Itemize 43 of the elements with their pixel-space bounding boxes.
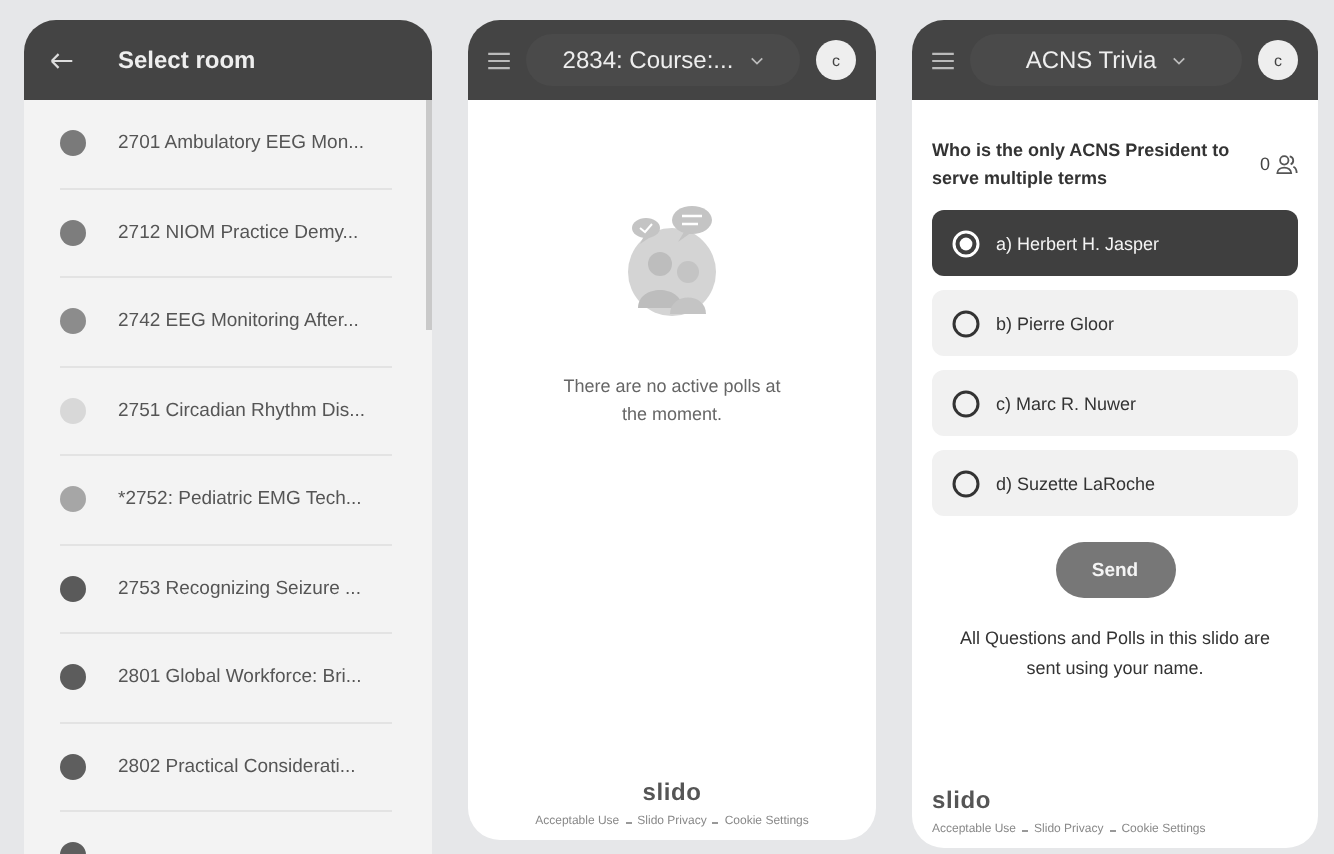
- room-item[interactable]: 2802 Practical Considerati...: [60, 723, 392, 812]
- slido-logo: slido: [642, 778, 702, 806]
- room-item[interactable]: 2751 Circadian Rhythm Dis...: [60, 367, 392, 456]
- radio-icon: [952, 309, 980, 337]
- answer-option[interactable]: c) Marc R. Nuwer: [932, 370, 1298, 436]
- room-name: 2742 EEG Monitoring After...: [118, 310, 359, 333]
- event-dropdown[interactable]: ACNS Trivia: [970, 34, 1242, 86]
- room-name: 2712 NIOM Practice Demy...: [118, 221, 359, 244]
- room-item[interactable]: 2712 NIOM Practice Demy...: [60, 189, 392, 278]
- caret-icon: [1172, 55, 1187, 65]
- send-button[interactable]: Send: [1055, 542, 1175, 598]
- room-item[interactable]: *2752: Pediatric EMG Tech...: [60, 456, 392, 545]
- screen-title: Select room: [118, 46, 256, 74]
- answer-option[interactable]: b) Pierre Gloor: [932, 290, 1298, 356]
- answer-option[interactable]: d) Suzette LaRoche: [932, 450, 1298, 516]
- room-item[interactable]: 2742 EEG Monitoring After...: [60, 278, 392, 367]
- event-dropdown[interactable]: 2834: Course:...: [526, 34, 800, 86]
- empty-message: There are no active polls at the moment.: [562, 374, 782, 428]
- caret-icon: [749, 55, 764, 65]
- room-name: *2752: Pediatric EMG Tech...: [118, 488, 362, 511]
- poll-question: Who is the only ACNS President to serve multiple terms: [932, 138, 1232, 192]
- room-name: 2751 Circadian Rhythm Dis...: [118, 399, 366, 422]
- slido-logo: slido: [932, 786, 994, 814]
- privacy-note: All Questions and Polls in this slido are sent using your name.: [957, 626, 1273, 682]
- scrollbar[interactable]: [426, 100, 432, 330]
- answer-option[interactable]: a) Herbert H. Jasper: [932, 210, 1298, 276]
- room-item[interactable]: 2753 Recognizing Seizure ...: [60, 545, 392, 634]
- menu-icon[interactable]: [932, 51, 954, 69]
- radio-icon: [952, 229, 980, 257]
- people-icon: [1276, 154, 1298, 174]
- back-arrow-icon[interactable]: [50, 51, 74, 69]
- room-name: 2802 Practical Considerati...: [118, 755, 356, 778]
- radio-icon: [952, 389, 980, 417]
- radio-icon: [952, 469, 980, 497]
- participant-count: 0: [1259, 154, 1270, 174]
- avatar[interactable]: c: [1258, 40, 1298, 80]
- room-item[interactable]: 2701 Ambulatory EEG Mon...: [60, 100, 392, 189]
- room-name: 2701 Ambulatory EEG Mon...: [118, 132, 365, 155]
- room-name: 2753 Recognizing Seizure ...: [118, 577, 361, 600]
- room-item[interactable]: 2801 Global Workforce: Bri...: [60, 634, 392, 723]
- avatar[interactable]: c: [816, 40, 856, 80]
- menu-icon[interactable]: [488, 51, 510, 69]
- room-name: 2801 Global Workforce: Bri...: [118, 666, 362, 689]
